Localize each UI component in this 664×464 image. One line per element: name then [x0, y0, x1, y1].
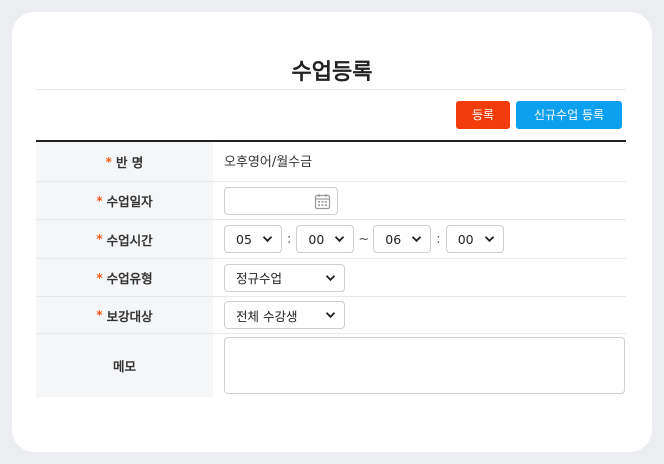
- form-row-class-type: * 수업유형 정규수업: [36, 259, 626, 297]
- chevron-down-icon: [325, 312, 336, 319]
- class-type-value: 정규수업: [236, 271, 283, 286]
- class-time-label: 수업시간: [106, 232, 153, 248]
- end-hour-select[interactable]: 06: [373, 225, 432, 253]
- chevron-down-icon: [262, 236, 273, 243]
- new-class-register-button[interactable]: 신규수업 등록: [516, 101, 622, 129]
- page-title: 수업등록: [291, 60, 373, 85]
- memo-label-cell: 메모: [36, 334, 213, 397]
- class-type-select[interactable]: 정규수업: [224, 263, 345, 292]
- time-colon: :: [436, 231, 441, 247]
- makeup-target-label: 보강대상: [106, 308, 153, 324]
- start-minute-value: 00: [308, 231, 325, 247]
- title-divider: [36, 89, 626, 90]
- required-mark: *: [96, 232, 103, 246]
- makeup-target-value: 전체 수강생: [236, 308, 298, 324]
- class-type-label: 수업유형: [106, 271, 153, 286]
- form-row-memo: 메모: [36, 334, 626, 397]
- class-form: * 반 명 오후영어/월수금 * 수업일자 * 수업시간 05: 00 ~ 0…: [36, 140, 626, 397]
- form-row-class-date: * 수업일자: [36, 182, 626, 220]
- required-mark: *: [96, 308, 103, 322]
- chevron-down-icon: [412, 236, 422, 243]
- class-time-label-cell: * 수업시간: [36, 220, 213, 258]
- start-hour-select[interactable]: 05: [224, 225, 282, 253]
- required-mark: *: [105, 154, 112, 169]
- class-name-value: 오후영어/월수금: [224, 155, 313, 170]
- class-name-value-cell: 오후영어/월수금: [213, 142, 626, 181]
- class-type-value-cell: 정규수업: [213, 259, 626, 296]
- class-date-label-cell: * 수업일자: [36, 182, 213, 219]
- required-mark: *: [96, 270, 103, 285]
- calendar-icon[interactable]: [314, 193, 331, 210]
- class-register-card: 수업등록 등록 신규수업 등록 * 반 명 오후영어/월수금 * 수업일자 * …: [12, 12, 652, 452]
- end-hour-value: 06: [385, 231, 402, 247]
- end-minute-select[interactable]: 00: [445, 225, 504, 253]
- makeup-target-select[interactable]: 전체 수강생: [224, 301, 345, 329]
- class-date-input[interactable]: [224, 186, 338, 215]
- class-name-label: 반 명: [115, 155, 144, 170]
- start-minute-select[interactable]: 00: [296, 225, 355, 253]
- end-minute-value: 00: [457, 231, 474, 247]
- form-row-class-name: * 반 명 오후영어/월수금: [36, 142, 626, 182]
- class-type-label-cell: * 수업유형: [36, 259, 213, 296]
- chevron-down-icon: [335, 236, 345, 243]
- memo-label: 메모: [112, 359, 136, 374]
- required-mark: *: [96, 193, 103, 208]
- class-time-value-cell: 05 : 00 ~ 06 : 00: [213, 220, 626, 258]
- class-date-label: 수업일자: [106, 194, 153, 209]
- register-button[interactable]: 등록: [456, 101, 510, 129]
- memo-textarea[interactable]: [224, 337, 625, 394]
- form-row-makeup-target: * 보강대상 전체 수강생: [36, 297, 626, 334]
- class-date-value-cell: [213, 182, 626, 219]
- chevron-down-icon: [484, 236, 494, 243]
- makeup-target-value-cell: 전체 수강생: [213, 297, 626, 333]
- start-hour-value: 05: [236, 231, 252, 247]
- memo-value-cell: [213, 334, 626, 397]
- makeup-target-label-cell: * 보강대상: [36, 297, 213, 333]
- form-row-class-time: * 수업시간 05 : 00 ~ 06 : 00: [36, 220, 626, 259]
- time-range-separator: ~: [358, 231, 370, 247]
- class-name-label-cell: * 반 명: [36, 142, 213, 181]
- time-colon: :: [287, 231, 292, 247]
- chevron-down-icon: [325, 274, 336, 281]
